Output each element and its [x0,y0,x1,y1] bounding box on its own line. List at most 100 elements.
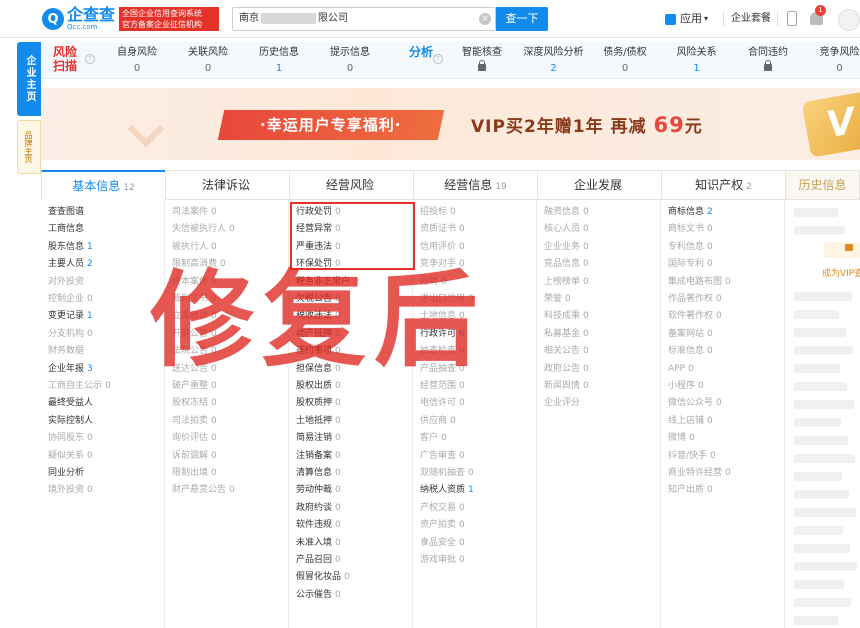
list-item[interactable]: 财务数据 [48,345,84,358]
list-item[interactable]: 国际专利 0 [668,258,713,271]
list-item[interactable]: 软件著作权 0 [668,310,722,323]
list-item[interactable]: 司法拍卖 0 [172,415,217,428]
list-item[interactable]: 新闻舆情 0 [544,380,589,393]
list-item[interactable]: 限制出境 0 [172,467,217,480]
list-item[interactable]: 公示催告 0 [296,589,341,602]
list-item[interactable]: 私募基金 0 [544,328,589,341]
list-item[interactable]: 变更记录 1 [48,310,93,323]
list-item[interactable]: 主要人员 2 [48,258,93,271]
tab-ip[interactable]: 知识产权 2 [661,170,786,200]
list-item[interactable]: 企业评分 [544,397,580,410]
risk-item[interactable]: 历史信息 1 [239,46,319,75]
tab-company-home[interactable]: 企业主页 [17,42,41,116]
list-item[interactable]: 假冒化妆品 0 [296,571,350,584]
list-item[interactable]: 抖音/快手 0 [668,450,716,463]
risk-item[interactable]: 自身风险 0 [97,46,177,75]
list-item[interactable]: 实际控制人 [48,415,93,428]
list-item[interactable]: 商标文书 0 [668,223,713,236]
tab-history[interactable]: 历史信息 [785,170,860,200]
list-item[interactable]: 同业分析 [48,467,84,480]
list-item[interactable]: 产权交易 0 [420,502,465,515]
promo-banner[interactable]: ·幸运用户专享福利· VIP买2年赠1年 再减 69元 V [41,88,860,160]
list-item[interactable]: 清算信息 0 [296,467,341,480]
become-vip-link[interactable]: 成为VIP查 [822,266,860,279]
list-item[interactable]: 企业业务 0 [544,241,589,254]
risk-item[interactable]: 提示信息 0 [310,46,390,75]
search-button[interactable]: 查一下 [496,7,548,31]
help-icon[interactable]: ? [85,54,95,64]
list-item[interactable]: 集成电路布图 0 [668,276,731,289]
list-item[interactable]: 客户 0 [420,432,447,445]
tab-business-risk[interactable]: 经营风险 [289,170,414,200]
analysis-item[interactable]: 债务/债权 0 [585,46,665,75]
list-item[interactable]: 工商信息 [48,223,84,236]
list-item[interactable]: 上榜榜单 0 [544,276,589,289]
list-item[interactable]: 土地抵押 0 [296,415,341,428]
tab-basic-info[interactable]: 基本信息 12 [41,170,166,200]
list-item[interactable]: 最终受益人 [48,397,93,410]
analysis-item[interactable]: 深度风险分析 2 [514,46,594,75]
list-item[interactable]: 招投标 0 [420,206,456,219]
list-item[interactable]: 微信公众号 0 [668,397,722,410]
list-item[interactable]: 作品著作权 0 [668,293,722,306]
list-item[interactable]: 小程序 0 [668,380,704,393]
list-item[interactable]: APP 0 [668,363,694,376]
search-input[interactable]: 南京 限公司 × [232,7,496,31]
list-item[interactable]: 政府公告 0 [544,363,589,376]
list-item[interactable]: 纳税人资质 1 [420,484,474,497]
list-item[interactable]: 劳动仲裁 0 [296,484,341,497]
list-item[interactable]: 司法案件 0 [172,206,217,219]
list-item[interactable]: 游戏审批 0 [420,554,465,567]
list-item[interactable]: 供应商 0 [420,415,456,428]
list-item[interactable]: 诉前调解 0 [172,450,217,463]
list-item[interactable]: 核心人员 0 [544,223,589,236]
list-item[interactable]: 协同股东 0 [48,432,93,445]
list-item[interactable]: 失信被执行人 0 [172,223,235,236]
list-item[interactable]: 资质证书 0 [420,223,465,236]
list-item[interactable]: 工商自主公示 0 [48,380,111,393]
list-item[interactable]: 境外投资 0 [48,484,93,497]
list-item[interactable]: 简易注销 0 [296,432,341,445]
list-item[interactable]: 备案网站 0 [668,328,713,341]
tab-business-info[interactable]: 经营信息 19 [413,170,538,200]
list-item[interactable]: 商标信息 2 [668,206,713,219]
list-item[interactable]: 注销备案 0 [296,450,341,463]
clear-icon[interactable]: × [479,13,491,25]
list-item[interactable]: 广告审查 0 [420,450,465,463]
promo-button[interactable]: ·幸运用户专享福利· [217,110,445,140]
list-item[interactable]: 查查图谱 [48,206,84,219]
list-item[interactable]: 股权质押 0 [296,397,341,410]
list-item[interactable]: 电信许可 0 [420,397,465,410]
analysis-item[interactable]: 风险关系 1 [657,46,737,75]
list-item[interactable]: 控制企业 0 [48,293,93,306]
list-item[interactable]: 荣誉 0 [544,293,571,306]
app-menu-button[interactable]: 应用 ▾ [665,10,708,28]
list-item[interactable]: 科技成果 0 [544,310,589,323]
list-item[interactable]: 股东信息 1 [48,241,93,254]
analysis-item[interactable]: 合同违约 [728,46,808,75]
avatar[interactable] [838,9,860,31]
list-item[interactable]: 竞品信息 0 [544,258,589,271]
list-item[interactable]: 未准入境 0 [296,537,341,550]
list-item[interactable]: 疑似关系 0 [48,450,93,463]
list-item[interactable]: 财产悬赏公告 0 [172,484,235,497]
list-item[interactable]: 分支机构 0 [48,328,93,341]
tab-development[interactable]: 企业发展 [537,170,662,200]
list-item[interactable]: 专利信息 0 [668,241,713,254]
list-item[interactable]: 商业特许经营 0 [668,467,731,480]
list-item[interactable]: 企业年报 3 [48,363,93,376]
logo[interactable]: Q 企查查 Qcc.com 全国企业信用查询系统 官方备案企业征信机构 [42,7,220,31]
list-item[interactable]: 线上店铺 0 [668,415,713,428]
list-item[interactable]: 政府约谈 0 [296,502,341,515]
analysis-item[interactable]: 智能核查 [442,46,522,75]
list-item[interactable]: 产品召回 0 [296,554,341,567]
list-item[interactable]: 对外投资 [48,276,84,289]
list-item[interactable]: 软件违规 0 [296,519,341,532]
list-item[interactable]: 融资信息 0 [544,206,589,219]
list-item[interactable]: 双随机抽查 0 [420,467,474,480]
phone-icon[interactable] [787,11,797,26]
list-item[interactable]: 食品安全 0 [420,537,465,550]
suite-link[interactable]: 企业套餐 [731,10,771,28]
analysis-item[interactable]: 竞争风险 0 [800,46,860,75]
tab-brand-home[interactable]: 品牌主页 [17,120,41,174]
